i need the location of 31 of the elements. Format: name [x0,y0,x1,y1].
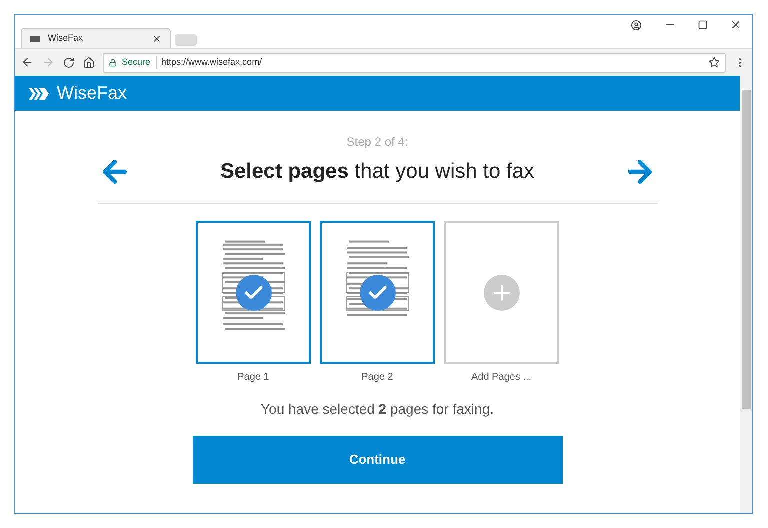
page-label: Page 1 [238,371,270,385]
address-bar[interactable]: Secure https://www.wisefax.com/ [103,52,726,72]
page-thumbnail[interactable] [196,221,311,364]
continue-button[interactable]: Continue [192,436,562,484]
add-pages-tile[interactable] [444,221,559,364]
bookmark-star-icon[interactable] [709,57,720,68]
back-icon[interactable] [21,56,34,69]
browser-tab[interactable]: WiseFax [21,28,171,48]
scrollbar[interactable] [740,76,752,513]
selection-summary: You have selected 2 pages for faxing. [261,400,494,419]
lock-icon [109,58,117,66]
brand-name: WiseFax [57,82,128,105]
page-heading: Select pages that you wish to fax [220,159,534,186]
security-label: Secure [122,56,157,70]
logo-icon [29,88,49,100]
maximize-icon[interactable] [698,20,708,30]
check-icon [360,275,396,311]
close-icon[interactable] [152,34,162,44]
tab-title: WiseFax [48,32,84,45]
brand-icon [30,36,40,42]
home-icon[interactable] [83,56,95,68]
check-icon [236,275,272,311]
page-label: Page 2 [362,371,394,385]
step-label: Step 2 of 4: [346,134,408,151]
add-pages-label: Add Pages ... [471,371,532,385]
reload-icon[interactable] [63,56,75,68]
add-icon [484,274,520,310]
close-icon[interactable] [730,19,742,31]
profile-icon[interactable] [631,20,642,30]
url-text: https://www.wisefax.com/ [162,56,264,69]
page-thumbnail[interactable] [320,221,435,364]
